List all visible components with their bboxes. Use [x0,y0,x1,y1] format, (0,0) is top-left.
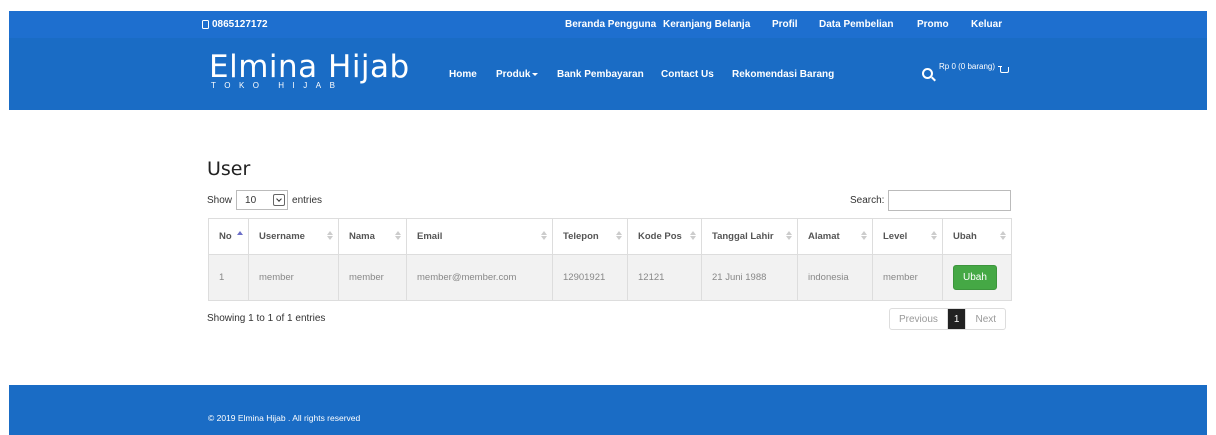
page-title: User [207,158,251,180]
nav-produk-label: Produk [496,69,531,80]
sort-icon [616,231,622,240]
table-search: Search: [850,190,1012,211]
table-info: Showing 1 to 1 of 1 entries [207,313,326,324]
table-header-row: No Username Nama Email Telepon Kode Pos … [208,218,1012,255]
edit-user-button[interactable]: Ubah [953,265,997,290]
col-header-username[interactable]: Username [248,218,339,255]
cell-telepon: 12901921 [552,254,628,301]
sort-icon [541,231,547,240]
col-header-email[interactable]: Email [406,218,553,255]
pagination-next[interactable]: Next [966,309,1005,329]
phone-contact: 0865127172 [202,11,268,38]
link-keluar[interactable]: Keluar [971,19,1002,30]
col-header-kode-pos[interactable]: Kode Pos [627,218,702,255]
sort-asc-icon [237,231,243,235]
top-bar: 0865127172 Beranda Pengguna Keranjang Be… [9,11,1207,38]
cell-email: member@member.com [406,254,553,301]
col-header-ubah[interactable]: Ubah [942,218,1012,255]
cart-summary[interactable]: Rp 0 (0 barang) [939,62,995,71]
cell-level: member [872,254,943,301]
brand-logo[interactable]: Elmina Hijab TOKO HIJAB [209,51,410,90]
sort-icon [327,231,333,240]
length-suffix: entries [292,194,323,206]
link-promo[interactable]: Promo [917,19,949,30]
entries-select-value: 10 [245,194,257,206]
nav-bank-pembayaran[interactable]: Bank Pembayaran [557,69,644,80]
link-beranda-pengguna[interactable]: Beranda Pengguna [565,19,656,30]
phone-number: 0865127172 [212,19,268,30]
cell-ubah: Ubah [942,254,1012,301]
link-keranjang-belanja[interactable]: Keranjang Belanja [663,19,750,30]
search-label: Search: [850,195,885,206]
entries-length-control: Show 10 entries [207,190,322,210]
sort-icon [786,231,792,240]
nav-produk[interactable]: Produk [496,69,539,80]
col-header-telepon[interactable]: Telepon [552,218,628,255]
cell-nama: member [338,254,407,301]
sort-icon [395,231,401,240]
footer-copyright: © 2019 Elmina Hijab . All rights reserve… [208,413,361,423]
user-table: No Username Nama Email Telepon Kode Pos … [208,218,1012,301]
search-input[interactable] [888,190,1012,211]
table-row: 1 member member member@member.com 129019… [208,254,1012,301]
pagination-previous[interactable]: Previous [890,309,948,329]
cell-tanggal-lahir: 21 Juni 1988 [701,254,798,301]
col-header-tanggal-lahir[interactable]: Tanggal Lahir [701,218,798,255]
caret-down-icon [532,72,539,76]
entries-select[interactable]: 10 [236,190,289,210]
sort-icon [690,231,696,240]
nav-contact-us[interactable]: Contact Us [661,69,714,80]
search-icon[interactable] [922,68,936,82]
footer: © 2019 Elmina Hijab . All rights reserve… [9,385,1207,435]
col-header-no[interactable]: No [208,218,249,255]
main-header: Elmina Hijab TOKO HIJAB Home Produk Bank… [9,38,1207,110]
pagination-page-1[interactable]: 1 [947,309,967,329]
phone-icon [202,20,209,29]
chevron-down-icon [273,194,286,206]
header-tools: Rp 0 (0 barang) [922,60,1010,82]
brand-name: Elmina Hijab [209,49,410,85]
length-prefix: Show [207,194,233,206]
cell-no: 1 [208,254,249,301]
cell-kode-pos: 12121 [627,254,702,301]
col-header-nama[interactable]: Nama [338,218,407,255]
link-data-pembelian[interactable]: Data Pembelian [819,19,893,30]
pagination: Previous 1 Next [889,308,1007,330]
sort-icon [931,231,937,240]
cell-alamat: indonesia [797,254,873,301]
link-profil[interactable]: Profil [772,19,798,30]
cart-icon[interactable] [998,64,1010,76]
nav-rekomendasi-barang[interactable]: Rekomendasi Barang [732,69,834,80]
nav-home[interactable]: Home [449,69,477,80]
col-header-alamat[interactable]: Alamat [797,218,873,255]
col-header-level[interactable]: Level [872,218,943,255]
cell-username: member [248,254,339,301]
sort-icon [1000,231,1006,240]
sort-icon [861,231,867,240]
